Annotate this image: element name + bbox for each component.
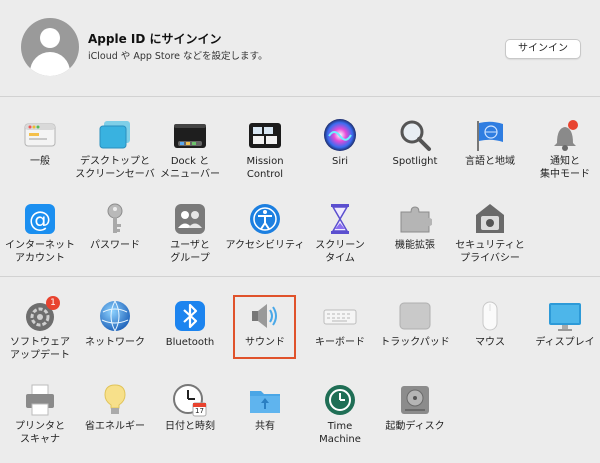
pane-software-update[interactable]: 1 ソフトウェア アップデート xyxy=(0,296,80,379)
apple-id-title: Apple ID にサインイン xyxy=(88,32,222,46)
pane-extensions[interactable]: 機能拡張 xyxy=(375,202,455,282)
pane-trackpad[interactable]: トラックパッド xyxy=(375,299,455,379)
pane-date-time[interactable]: 17 日付と時刻 xyxy=(150,383,230,463)
pane-label: アクセシビリティ xyxy=(225,240,305,251)
pane-screen-time[interactable]: スクリーン タイム xyxy=(300,202,380,282)
pane-label: キーボード xyxy=(315,337,365,348)
sound-selection-highlight xyxy=(233,295,296,359)
pane-label: Mission Control xyxy=(246,156,284,180)
pane-label: 起動ディスク xyxy=(385,421,445,432)
passwords-icon xyxy=(98,202,132,236)
pane-general[interactable]: 一般 xyxy=(0,118,80,198)
keyboard-icon xyxy=(323,299,357,333)
pane-users[interactable]: ユーザと グループ xyxy=(150,202,230,282)
pane-mission-control[interactable]: Mission Control xyxy=(225,118,305,198)
security-icon xyxy=(473,202,507,236)
dock-icon xyxy=(173,118,207,152)
pane-label: 通知と 集中モード xyxy=(540,156,590,180)
pane-label: 一般 xyxy=(30,156,50,167)
pane-display[interactable]: ディスプレイ xyxy=(525,299,600,379)
pane-network[interactable]: ネットワーク xyxy=(75,299,155,379)
energy-icon xyxy=(98,383,132,417)
calendar-date: 17 xyxy=(195,407,204,415)
pane-label: 共有 xyxy=(255,421,275,432)
trackpad-icon xyxy=(398,299,432,333)
apple-id-header: Apple ID にサインイン iCloud や App Store などを設定… xyxy=(0,0,600,96)
pane-keyboard[interactable]: キーボード xyxy=(300,299,380,379)
pane-label: トラックパッド xyxy=(380,337,450,348)
pane-label: デスクトップと スクリーンセーバ xyxy=(75,156,155,180)
pane-label: プリンタと スキャナ xyxy=(15,421,65,445)
pane-spotlight[interactable]: Spotlight xyxy=(375,118,455,198)
pane-label: パスワード xyxy=(90,240,140,251)
pane-label: 言語と地域 xyxy=(465,156,515,167)
pane-label: Spotlight xyxy=(392,156,438,167)
pane-label: マウス xyxy=(475,337,505,348)
printer-icon xyxy=(23,383,57,417)
pane-bluetooth[interactable]: Bluetooth xyxy=(150,299,230,379)
pane-startup-disk[interactable]: 起動ディスク xyxy=(375,383,455,463)
accessibility-icon xyxy=(248,202,282,236)
display-icon xyxy=(548,299,582,333)
pane-energy[interactable]: 省エネルギー xyxy=(75,383,155,463)
pane-dock[interactable]: Dock と メニューバー xyxy=(150,118,230,198)
pane-sharing[interactable]: 共有 xyxy=(225,383,305,463)
pane-label: Dock と メニューバー xyxy=(160,156,220,180)
personal-preferences-section: 一般 デスクトップと スクリーンセーバ Dock と メニューバー Missio… xyxy=(0,96,600,276)
pane-language[interactable]: 言語と地域 xyxy=(450,118,530,198)
pane-label: Siri xyxy=(331,156,348,167)
language-icon xyxy=(473,118,507,152)
internet-accounts-icon: @ xyxy=(23,202,57,236)
pane-label: 日付と時刻 xyxy=(165,421,215,432)
siri-icon xyxy=(323,118,357,152)
pane-internet-accounts[interactable]: @ インターネット アカウント xyxy=(0,202,80,282)
pane-printers[interactable]: プリンタと スキャナ xyxy=(0,383,80,463)
pane-label: スクリーン タイム xyxy=(315,240,365,264)
pane-label: 機能拡張 xyxy=(395,240,435,251)
apple-id-subtitle: iCloud や App Store などを設定します。 xyxy=(88,51,268,62)
avatar[interactable] xyxy=(21,18,79,76)
pane-label: ユーザと グループ xyxy=(170,240,210,264)
pane-desktop[interactable]: デスクトップと スクリーンセーバ xyxy=(75,118,155,198)
users-icon xyxy=(173,202,207,236)
mission-control-icon xyxy=(248,118,282,152)
svg-text:@: @ xyxy=(29,208,51,233)
pane-accessibility[interactable]: アクセシビリティ xyxy=(225,202,305,282)
pane-label: 省エネルギー xyxy=(85,421,145,432)
pane-notifications[interactable]: 通知と 集中モード xyxy=(525,118,600,198)
pane-label: ネットワーク xyxy=(85,337,145,348)
avatar-head xyxy=(40,28,60,48)
pane-label: ディスプレイ xyxy=(535,337,595,348)
bluetooth-icon xyxy=(173,299,207,333)
update-badge: 1 xyxy=(46,296,60,310)
hardware-section: 1 ソフトウェア アップデート ネットワーク Bluetooth サウンド キー… xyxy=(0,277,600,462)
time-machine-icon xyxy=(323,383,357,417)
network-icon xyxy=(98,299,132,333)
sharing-icon xyxy=(248,383,282,417)
pane-label: Bluetooth xyxy=(165,337,215,348)
startup-disk-icon xyxy=(398,383,432,417)
pane-label: セキュリティと プライバシー xyxy=(455,240,525,264)
extensions-icon xyxy=(398,202,432,236)
pane-siri[interactable]: Siri xyxy=(300,118,380,198)
signin-button[interactable]: サインイン xyxy=(505,39,581,59)
pane-passwords[interactable]: パスワード xyxy=(75,202,155,282)
screen-time-icon xyxy=(323,202,357,236)
spotlight-icon xyxy=(398,118,432,152)
pane-label: Time Machine xyxy=(319,421,361,445)
pane-time-machine[interactable]: Time Machine xyxy=(300,383,380,463)
pane-mouse[interactable]: マウス xyxy=(450,299,530,379)
desktop-icon xyxy=(98,118,132,152)
avatar-body xyxy=(30,52,70,76)
pane-label: インターネット アカウント xyxy=(5,240,75,264)
mouse-icon xyxy=(473,299,507,333)
pane-label: ソフトウェア アップデート xyxy=(10,337,70,361)
notifications-icon xyxy=(548,118,582,152)
pane-security[interactable]: セキュリティと プライバシー xyxy=(450,202,530,282)
general-icon xyxy=(23,118,57,152)
